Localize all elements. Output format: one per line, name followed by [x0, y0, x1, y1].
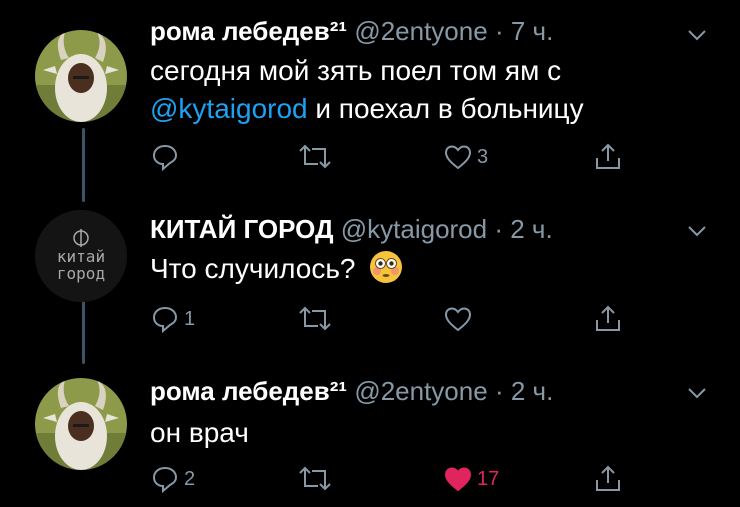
goat-avatar-image — [35, 30, 127, 122]
retweet-icon — [299, 306, 331, 331]
tweet-header: рома лебедев²¹ @2entyone · 2 ч. — [150, 376, 553, 406]
tweet-header: КИТАЙ ГОРОД @kytaigorod · 2 ч. — [150, 214, 553, 244]
separator-dot: · — [494, 214, 504, 244]
separator-dot: · — [494, 376, 504, 406]
chevron-down-icon[interactable] — [686, 382, 708, 404]
share-button[interactable] — [593, 140, 623, 174]
tweet-header: рома лебедев²¹ @2entyone · 7 ч. — [150, 16, 553, 46]
timestamp[interactable]: 7 ч. — [511, 16, 553, 46]
avatar[interactable] — [35, 378, 127, 470]
heart-icon — [444, 307, 472, 332]
chevron-down-icon[interactable] — [686, 24, 708, 46]
reply-icon — [152, 144, 178, 172]
reply-icon — [152, 466, 178, 494]
like-button[interactable]: 17 — [443, 462, 499, 496]
timestamp[interactable]: 2 ч. — [511, 376, 553, 406]
tweet-actions: 2 17 — [150, 462, 650, 496]
author-handle[interactable]: @kytaigorod — [341, 214, 487, 244]
share-icon — [596, 465, 620, 491]
flushed-face-emoji-icon — [370, 251, 403, 283]
tweet-actions: 1 — [150, 302, 650, 336]
share-button[interactable] — [593, 302, 623, 336]
like-count: 3 — [477, 145, 489, 168]
heart-filled-icon — [444, 467, 472, 492]
like-count: 17 — [477, 467, 500, 490]
avatar-logo-line: город — [56, 264, 106, 283]
tweet-text: он врач — [150, 414, 249, 452]
timestamp[interactable]: 2 ч. — [510, 214, 552, 244]
avatar[interactable]: китай город — [35, 210, 127, 302]
retweet-button[interactable] — [298, 462, 336, 496]
reply-count: 1 — [184, 307, 196, 330]
avatar-logo-line: китай — [56, 247, 106, 266]
avatar-logo-text: китай город — [35, 248, 127, 282]
share-icon — [596, 305, 620, 331]
like-button[interactable] — [443, 302, 477, 336]
retweet-icon — [299, 144, 331, 169]
tweet-text-part: сегодня мой зять поел том ям с — [150, 55, 562, 86]
retweet-button[interactable] — [298, 140, 336, 174]
like-button[interactable]: 3 — [443, 140, 488, 174]
tweet[interactable]: китай город КИТАЙ ГОРОД @kytaigorod · 2 … — [0, 190, 740, 362]
tweet-text: сегодня мой зять поел том ям с @kytaigor… — [150, 52, 584, 128]
reply-button[interactable] — [150, 140, 184, 174]
author-name[interactable]: КИТАЙ ГОРОД — [150, 214, 334, 244]
mention-link[interactable]: @kytaigorod — [150, 93, 308, 124]
reply-button[interactable]: 2 — [150, 462, 195, 496]
reply-count: 2 — [184, 467, 196, 490]
tweet[interactable]: рома лебедев²¹ @2entyone · 7 ч. сегодня … — [0, 0, 740, 190]
tweet-text: Что случилось? — [150, 250, 403, 288]
tweet-text-content: Что случилось? — [150, 253, 356, 284]
tweet-text-part: и поехал в больницу — [315, 93, 584, 124]
avatar[interactable] — [35, 30, 127, 122]
author-handle[interactable]: @2entyone — [354, 376, 487, 406]
separator-dot: · — [494, 16, 504, 46]
author-handle[interactable]: @2entyone — [354, 16, 487, 46]
tweet[interactable]: рома лебедев²¹ @2entyone · 2 ч. он врач … — [0, 362, 740, 507]
reply-button[interactable]: 1 — [150, 302, 195, 336]
share-button[interactable] — [593, 462, 623, 496]
chevron-down-icon[interactable] — [686, 220, 708, 242]
author-name[interactable]: рома лебедев²¹ — [150, 376, 347, 406]
reply-icon — [152, 306, 178, 334]
retweet-button[interactable] — [298, 302, 336, 336]
share-icon — [596, 143, 620, 169]
goat-avatar-image — [35, 378, 127, 470]
retweet-icon — [299, 466, 331, 491]
heart-icon — [444, 145, 472, 170]
tweet-text-content: он врач — [150, 417, 249, 448]
tweet-actions: 3 — [150, 140, 650, 174]
author-name[interactable]: рома лебедев²¹ — [150, 16, 347, 46]
